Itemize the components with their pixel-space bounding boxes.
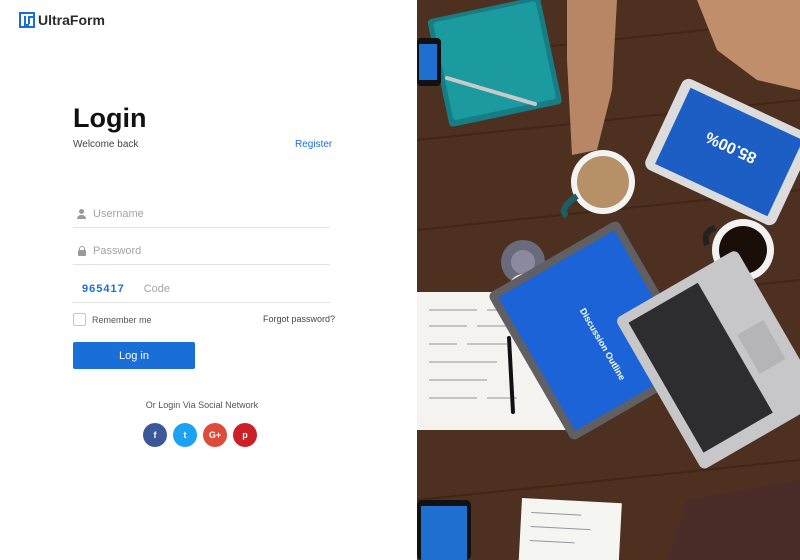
register-link[interactable]: Register [295,139,332,150]
user-icon [77,209,87,219]
captcha-field: 965417 [73,276,330,303]
lock-icon [77,246,87,256]
welcome-text: Welcome back [73,139,139,150]
ultraform-logo-icon [19,12,35,28]
brand-name: UltraForm [38,12,105,28]
twitter-icon[interactable]: t [173,423,197,447]
brand-logo[interactable]: UltraForm [19,12,105,28]
captcha-code: 965417 [82,283,125,295]
social-login-label: Or Login Via Social Network [145,400,259,410]
hero-photo: 85.00% Discussion Outline [417,0,800,560]
remember-checkbox[interactable] [73,313,86,326]
forgot-password-link[interactable]: Forgot password? [263,314,335,324]
password-input[interactable] [93,245,293,257]
pinterest-icon[interactable]: p [233,423,257,447]
login-button[interactable]: Log in [73,342,195,369]
code-input[interactable] [143,283,330,295]
google-plus-icon[interactable]: G+ [203,423,227,447]
password-field [73,238,330,265]
remember-label: Remember me [92,314,152,325]
login-panel: UltraForm Login Welcome back Register 96… [0,0,417,560]
desk-photo-illustration: 85.00% Discussion Outline [417,0,800,560]
username-input[interactable] [93,208,293,220]
username-field [73,201,330,228]
facebook-icon[interactable]: f [143,423,167,447]
page-title: Login [73,103,147,133]
remember-me[interactable]: Remember me [73,313,152,326]
social-buttons: f t G+ p [143,423,257,447]
